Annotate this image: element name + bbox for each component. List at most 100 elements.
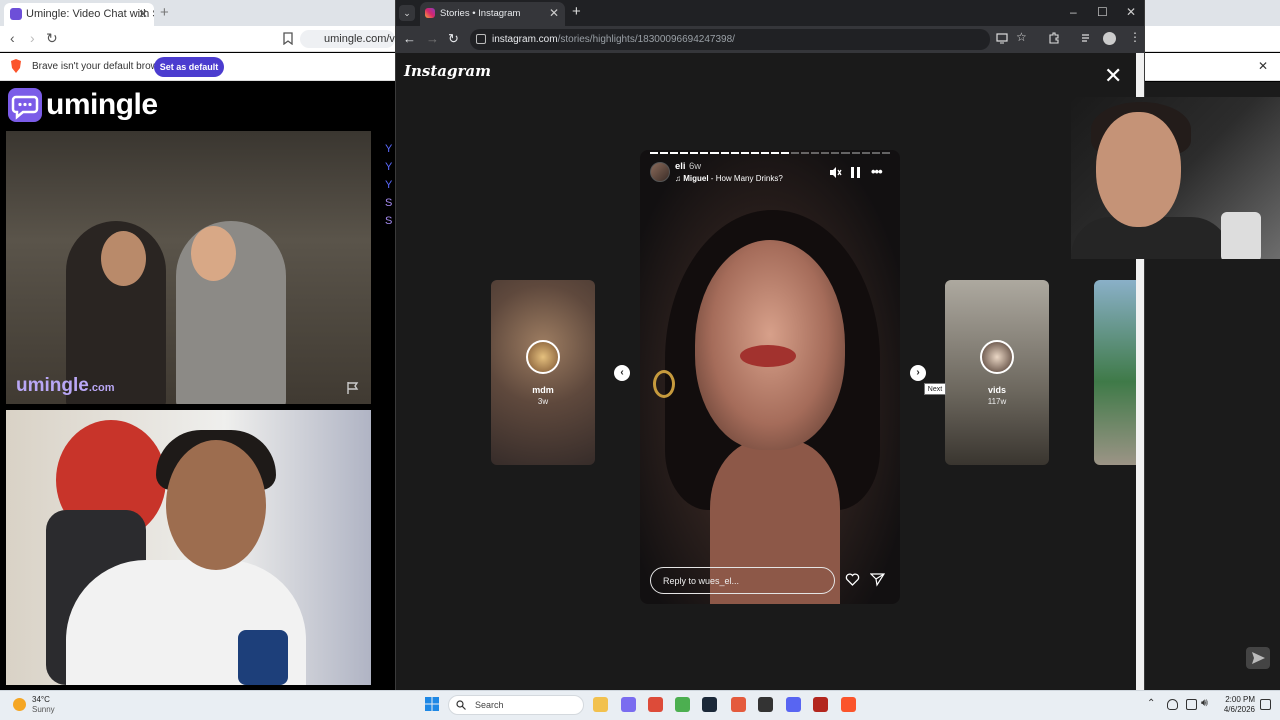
story-author-avatar[interactable] <box>650 162 670 182</box>
progress-segment <box>690 152 699 154</box>
chat-letter: Y <box>385 179 393 191</box>
copilot-icon[interactable] <box>621 697 636 712</box>
chrome-3-icon[interactable] <box>731 697 746 712</box>
file-explorer-icon[interactable] <box>593 697 608 712</box>
back-icon[interactable]: ← <box>403 31 416 46</box>
progress-segment <box>730 152 739 154</box>
site-info-icon[interactable] <box>476 34 486 44</box>
progress-segment <box>881 152 890 154</box>
tray-overflow-chevron-icon[interactable]: ⌃ <box>1147 698 1155 709</box>
progress-segment <box>791 152 800 154</box>
chat-letter: S <box>385 197 393 209</box>
reload-icon[interactable]: ↻ <box>46 30 58 47</box>
discord-icon[interactable] <box>786 697 801 712</box>
watermark-text: umingle <box>16 375 89 396</box>
progress-segment <box>710 152 719 154</box>
story-author-username[interactable]: eli <box>675 161 686 172</box>
bookmark-icon[interactable] <box>283 32 293 45</box>
tab-list-chevron-down-icon[interactable]: ⌄ <box>399 5 415 21</box>
network-icon[interactable] <box>1186 699 1197 710</box>
windows-start-icon[interactable] <box>425 697 439 711</box>
close-stories-icon[interactable]: ✕ <box>1104 65 1122 87</box>
next-story-avatar <box>980 340 1014 374</box>
progress-segment <box>871 152 880 154</box>
previous-story-chevron-icon[interactable]: ‹ <box>614 365 630 381</box>
streamer-webcam-overlay <box>1071 97 1280 259</box>
brave-icon[interactable] <box>841 697 856 712</box>
reload-icon[interactable]: ↻ <box>448 31 459 47</box>
watermark-suffix: .com <box>88 382 115 394</box>
story-music-info[interactable]: ♫ Miguel - How Many Drinks? <box>675 174 783 183</box>
obs-icon[interactable] <box>758 697 773 712</box>
profile-avatar[interactable] <box>1103 32 1116 45</box>
instagram-tab[interactable]: Stories • Instagram <box>420 2 565 26</box>
clock-date[interactable]: 4/6/2026 <box>1215 705 1255 714</box>
progress-segment <box>760 152 769 154</box>
instagram-tab-title: Stories • Instagram <box>440 8 521 19</box>
forward-icon[interactable]: → <box>426 31 439 46</box>
game-app-icon[interactable] <box>813 697 828 712</box>
menu-kebab-icon[interactable]: ⋮ <box>1129 30 1141 44</box>
background-url-field[interactable]: umingle.com/vide <box>300 30 395 48</box>
volume-icon[interactable]: 🔊︎ <box>1201 697 1208 710</box>
chat-letter: Y <box>385 143 393 155</box>
weather-temperature[interactable]: 34°C <box>32 695 50 704</box>
umingle-watermark: umingle.com <box>16 375 115 397</box>
minimize-icon[interactable]: – <box>1070 5 1077 19</box>
extensions-icon[interactable] <box>1048 32 1060 44</box>
umingle-chat-bubble-icon <box>8 88 42 122</box>
chat-letter: Y <box>385 161 393 173</box>
weather-description: Sunny <box>32 705 55 714</box>
progress-segment <box>841 152 850 154</box>
instagram-logo[interactable]: Instagram <box>404 62 491 80</box>
chrome-icon[interactable] <box>648 697 663 712</box>
media-controls-icon[interactable] <box>1081 32 1093 44</box>
new-tab-icon[interactable]: + <box>572 3 581 20</box>
chrome-2-icon[interactable] <box>675 697 690 712</box>
search-icon <box>456 700 466 710</box>
previous-story-name: mdm <box>532 385 554 395</box>
next-tooltip: Next <box>924 383 946 395</box>
progress-segment <box>700 152 709 154</box>
url-host: instagram.com <box>492 34 558 45</box>
back-icon[interactable]: ‹ <box>10 30 15 46</box>
umingle-brand[interactable]: umingle <box>46 88 158 122</box>
window-close-icon[interactable]: ✕ <box>1126 5 1136 19</box>
previous-story-avatar <box>526 340 560 374</box>
bookmark-star-icon[interactable]: ☆ <box>1016 30 1027 44</box>
like-heart-icon[interactable] <box>845 572 860 587</box>
notifications-bell-icon[interactable] <box>1260 699 1271 710</box>
progress-segment <box>811 152 820 154</box>
progress-segment <box>861 152 870 154</box>
story-reply-input[interactable]: Reply to wues_el... <box>650 567 835 594</box>
infobar-close-icon[interactable]: ✕ <box>1258 59 1268 73</box>
maximize-icon[interactable]: ☐ <box>1097 5 1108 19</box>
taskbar-search-input[interactable]: Search <box>448 695 584 715</box>
set-as-default-button[interactable]: Set as default <box>154 57 224 77</box>
url-path: /stories/highlights/18300096694247398/ <box>557 34 735 45</box>
muted-speaker-icon[interactable] <box>829 166 842 179</box>
next-story-chevron-icon[interactable]: › <box>910 365 926 381</box>
previous-story-age: 3w <box>537 397 549 406</box>
stranger-video-feed <box>6 131 371 404</box>
share-paper-plane-icon[interactable] <box>870 572 885 587</box>
next-story-age: 117w <box>987 397 1007 406</box>
more-options-icon[interactable]: ••• <box>871 165 883 178</box>
forward-icon[interactable]: › <box>30 30 35 46</box>
report-flag-icon[interactable] <box>346 381 360 395</box>
close-tab-icon[interactable]: ✕ <box>549 6 559 20</box>
story-timestamp: 6w <box>689 161 702 172</box>
pause-icon[interactable] <box>851 167 860 178</box>
sun-weather-icon[interactable] <box>13 698 26 711</box>
install-app-icon[interactable] <box>996 32 1008 44</box>
close-tab-icon[interactable]: ✕ <box>138 7 148 21</box>
umingle-tab[interactable]: Umingle: Video Chat with Stra ✕ <box>4 3 154 26</box>
steam-icon[interactable] <box>702 697 717 712</box>
far-next-story-preview[interactable] <box>1094 280 1136 465</box>
microphone-icon[interactable] <box>1167 699 1178 710</box>
music-title: - How Many Drinks? <box>708 174 783 183</box>
current-story-media[interactable] <box>640 150 900 604</box>
new-tab-icon[interactable]: + <box>160 4 169 21</box>
send-message-icon[interactable] <box>1246 647 1270 669</box>
clock-time[interactable]: 2:00 PM <box>1215 695 1255 704</box>
